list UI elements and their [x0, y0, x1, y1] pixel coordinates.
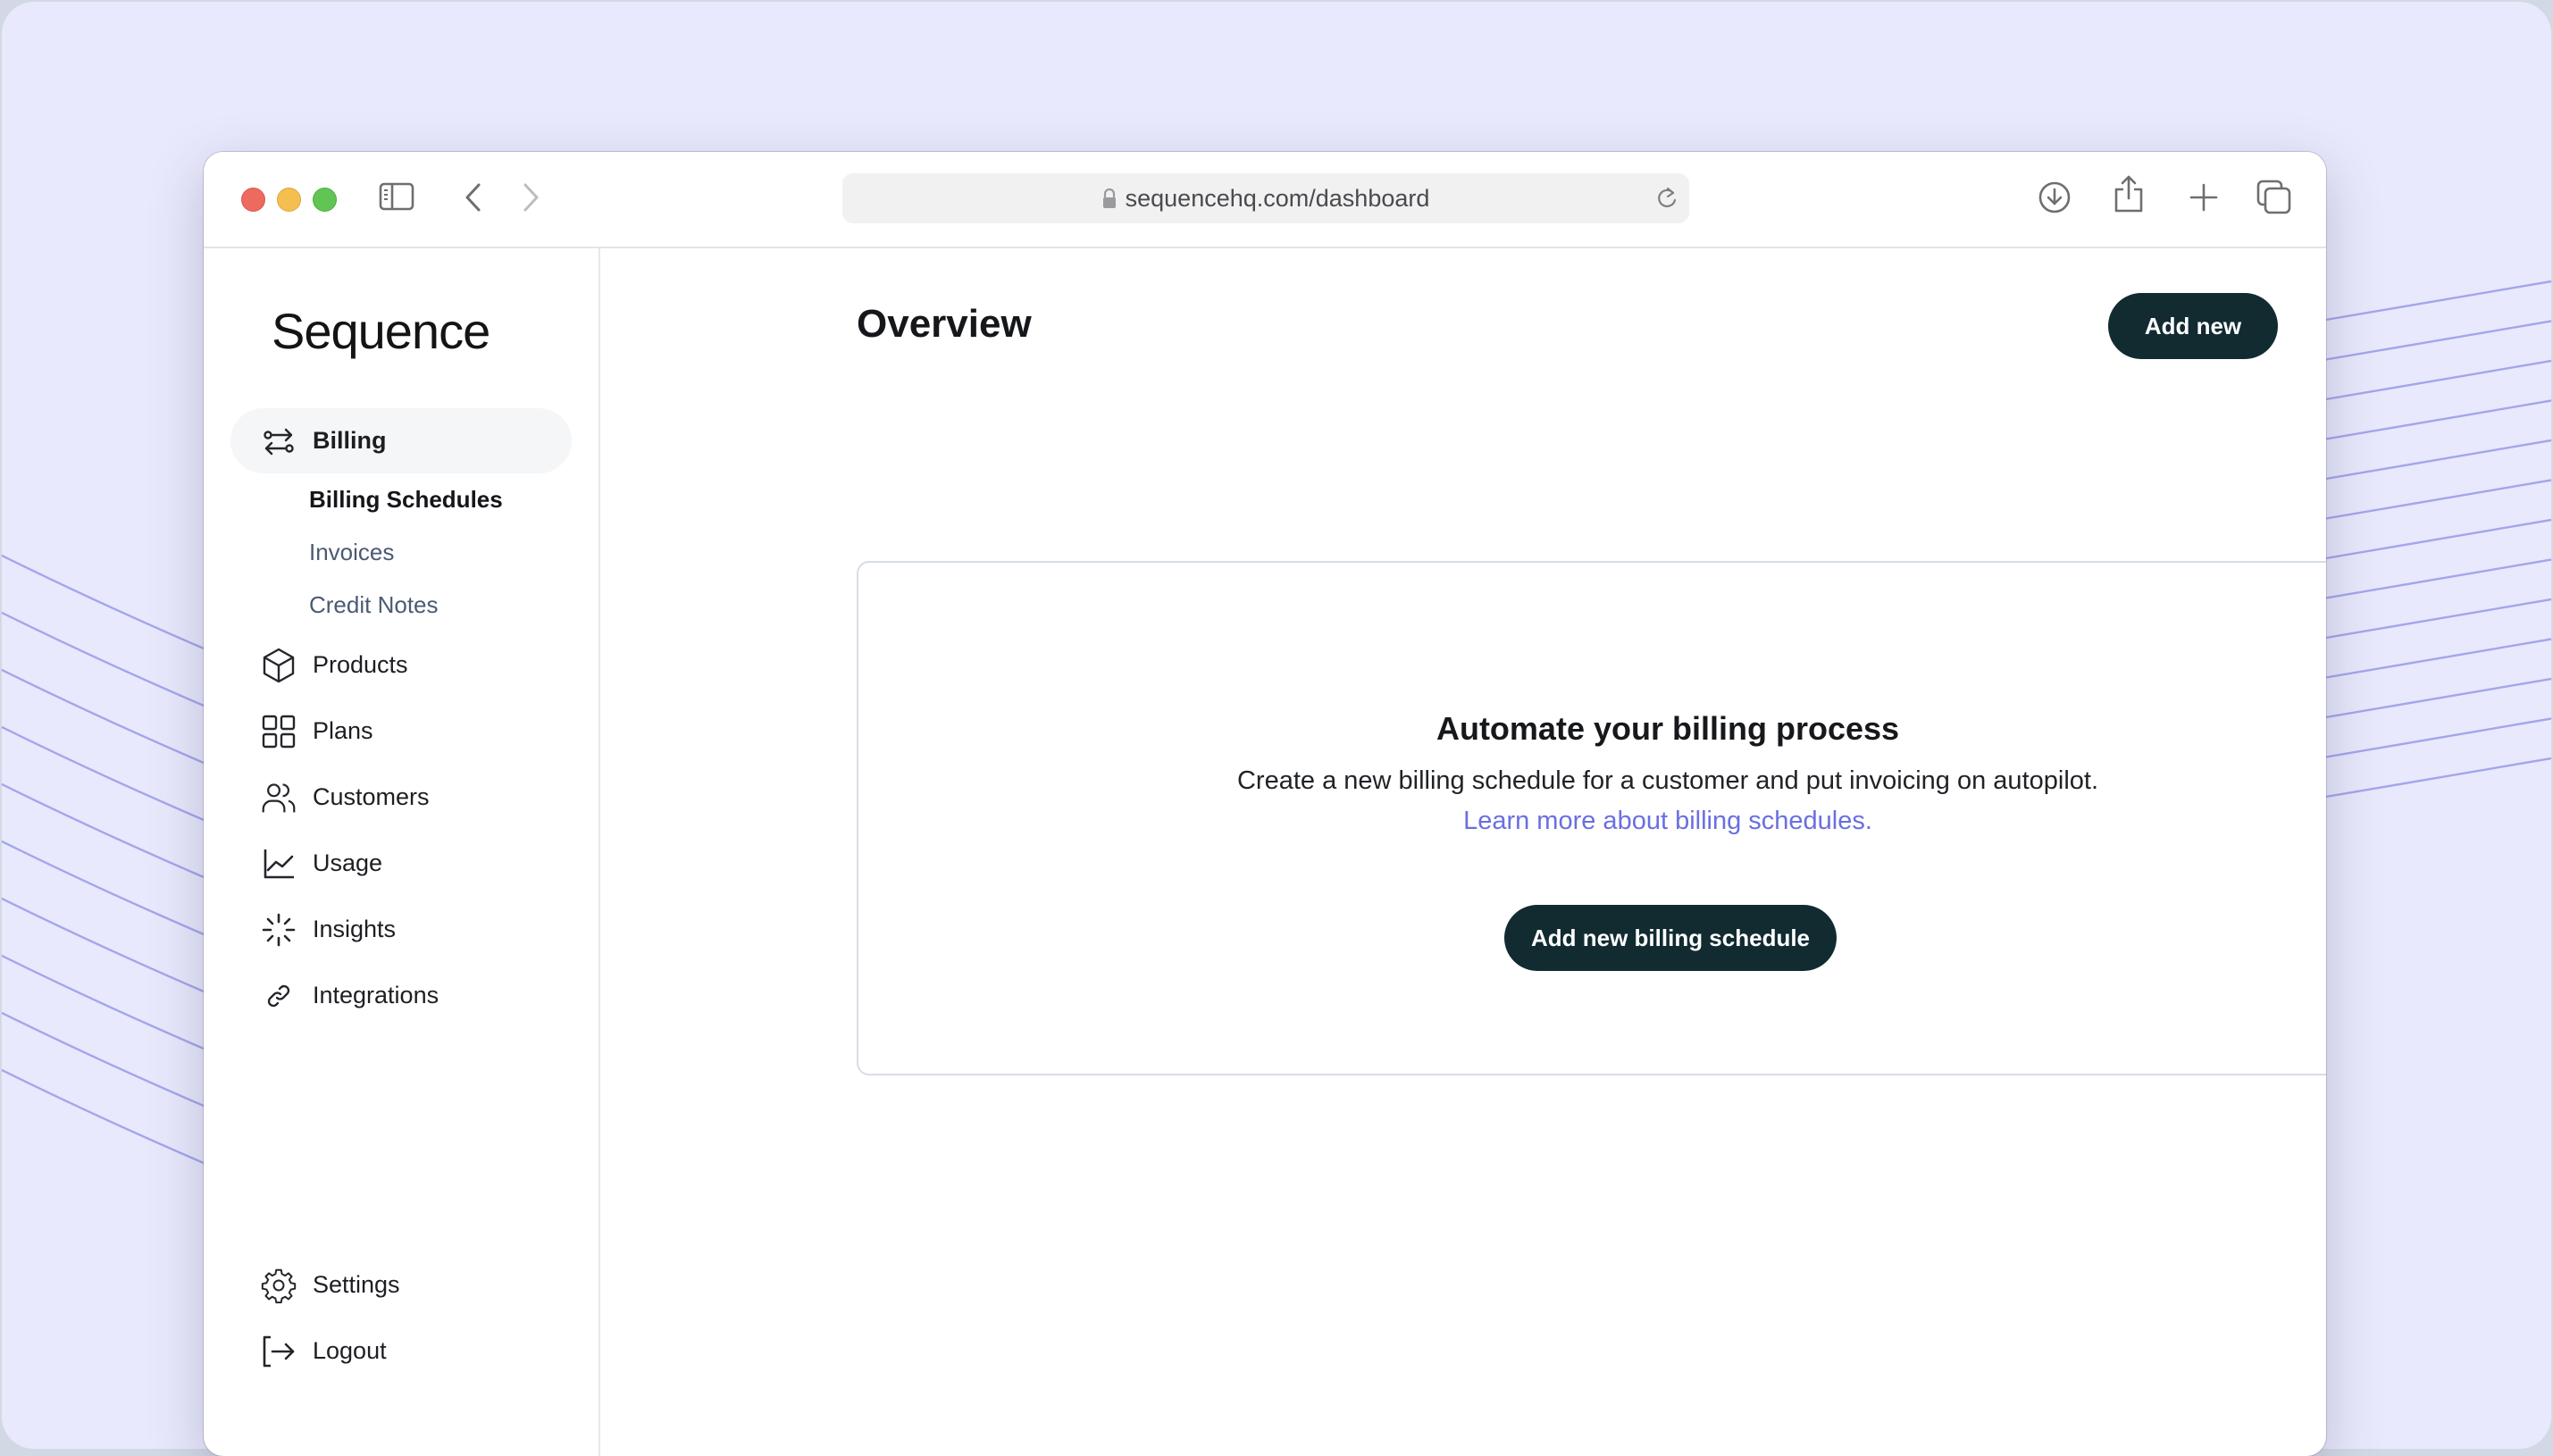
- sidebar-item-label: Plans: [313, 717, 373, 744]
- sidebar-item-label: Settings: [313, 1271, 400, 1298]
- browser-window: sequencehq.com/dashboard Sequence Billin…: [204, 152, 2326, 1456]
- empty-state-title: Automate your billing process: [1436, 710, 1900, 747]
- decor-line: [2, 611, 217, 713]
- arrows-exchange-icon: [261, 423, 297, 459]
- gear-icon: [261, 1268, 297, 1303]
- decor-line: [2314, 677, 2551, 721]
- empty-state-card: Automate your billing process Create a n…: [857, 561, 2326, 1075]
- decor-line: [2314, 638, 2551, 681]
- sidebar-item-products[interactable]: Products: [230, 632, 572, 698]
- download-icon[interactable]: [2038, 180, 2072, 214]
- page-title: Overview: [857, 302, 1032, 346]
- sidebar-subitem-billing-schedules[interactable]: Billing Schedules: [309, 486, 503, 514]
- decor-line: [2314, 320, 2551, 363]
- sidebar-item-plans[interactable]: Plans: [230, 699, 572, 764]
- learn-more-link[interactable]: Learn more about billing schedules.: [1463, 807, 1872, 835]
- add-billing-schedule-button[interactable]: Add new billing schedule: [1504, 905, 1837, 971]
- sequence-logo[interactable]: Sequence: [272, 302, 490, 360]
- cube-icon: [261, 648, 297, 683]
- decor-line: [2314, 399, 2551, 442]
- sidebar-toggle-icon[interactable]: [379, 182, 414, 211]
- decor-line: [2314, 717, 2551, 760]
- decor-line: [2, 840, 217, 941]
- decor-line: [2314, 757, 2551, 800]
- sidebar-subitem-invoices[interactable]: Invoices: [309, 539, 394, 566]
- decor-line: [2, 668, 217, 770]
- sidebar-item-customers[interactable]: Customers: [230, 765, 572, 830]
- sidebar-item-insights[interactable]: Insights: [230, 897, 572, 962]
- share-icon[interactable]: [2114, 173, 2144, 214]
- address-bar[interactable]: sequencehq.com/dashboard: [842, 173, 1689, 223]
- decor-line: [2314, 518, 2551, 562]
- maximize-window-button[interactable]: [313, 188, 337, 212]
- sidebar-item-logout[interactable]: Logout: [230, 1318, 572, 1384]
- sidebar-item-integrations[interactable]: Integrations: [230, 963, 572, 1028]
- sidebar-item-usage[interactable]: Usage: [230, 831, 572, 896]
- link-icon: [261, 978, 297, 1014]
- sparkle-icon: [261, 912, 297, 948]
- close-window-button[interactable]: [241, 188, 265, 212]
- tab-overview-icon[interactable]: [2256, 180, 2292, 215]
- grid-icon: [261, 714, 297, 749]
- decor-line: [2, 554, 217, 656]
- decor-line: [2314, 598, 2551, 641]
- sidebar-item-label: Customers: [313, 783, 430, 810]
- sidebar-item-label: Products: [313, 651, 408, 678]
- sidebar: Sequence Billing Billing Schedules Invoi…: [204, 248, 600, 1456]
- logout-icon: [261, 1334, 297, 1369]
- decor-line: [2, 782, 217, 884]
- decor-line: [2314, 479, 2551, 522]
- back-icon[interactable]: [463, 182, 484, 213]
- decor-line: [2314, 439, 2551, 482]
- sidebar-subitem-credit-notes[interactable]: Credit Notes: [309, 591, 439, 619]
- sidebar-item-label: Logout: [313, 1337, 387, 1364]
- sidebar-item-billing[interactable]: Billing: [230, 408, 572, 473]
- sidebar-item-label: Integrations: [313, 982, 439, 1008]
- reload-icon[interactable]: [1655, 186, 1678, 217]
- lock-icon: [1102, 188, 1117, 209]
- chart-line-icon: [261, 846, 297, 882]
- empty-state-text: Create a new billing schedule for a cust…: [1236, 766, 2099, 795]
- browser-toolbar: sequencehq.com/dashboard: [204, 152, 2326, 248]
- sidebar-item-label: Billing: [313, 427, 387, 454]
- decor-line: [2, 1011, 217, 1113]
- decor-line: [2, 954, 217, 1056]
- new-tab-icon[interactable]: [2189, 182, 2219, 213]
- decor-line: [2, 725, 217, 827]
- forward-icon[interactable]: [520, 182, 541, 213]
- sidebar-item-settings[interactable]: Settings: [230, 1252, 572, 1318]
- main-content: Overview Add new Automate your billing p…: [600, 248, 2326, 1456]
- decor-line: [2314, 359, 2551, 403]
- users-icon: [261, 780, 297, 816]
- sidebar-item-label: Insights: [313, 916, 397, 942]
- decor-line: [2, 897, 217, 999]
- add-new-button[interactable]: Add new: [2108, 293, 2278, 359]
- empty-state-description: Create a new billing schedule for a cust…: [1216, 761, 2120, 841]
- minimize-window-button[interactable]: [277, 188, 301, 212]
- decor-line: [2, 1068, 217, 1170]
- decor-line: [2314, 558, 2551, 601]
- url-text: sequencehq.com/dashboard: [1125, 184, 1430, 212]
- sidebar-item-label: Usage: [313, 849, 383, 876]
- decor-line: [2314, 280, 2551, 323]
